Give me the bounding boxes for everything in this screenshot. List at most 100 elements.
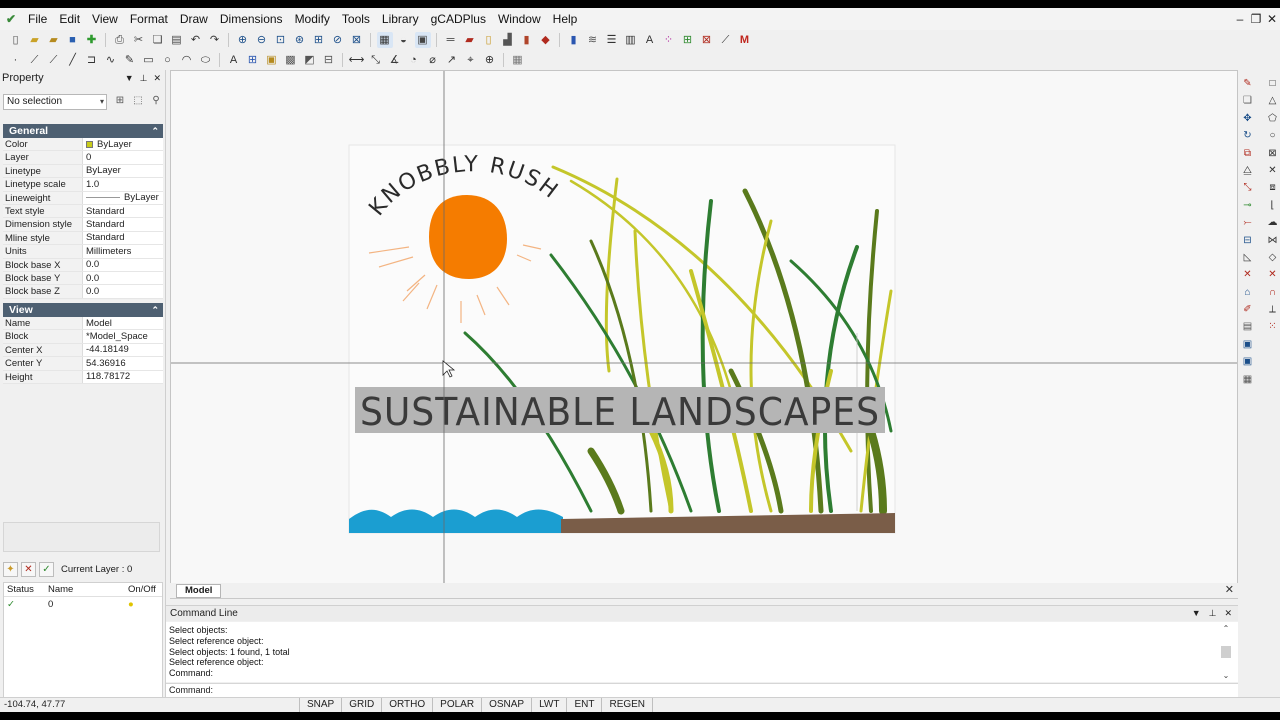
view-row-center-y[interactable]: Center Y 54.36916 — [3, 357, 163, 371]
app-logo-icon[interactable]: ✔ — [0, 8, 22, 30]
column-on-off[interactable]: On/Off — [128, 584, 162, 595]
grid-toggle[interactable]: GRID — [342, 698, 383, 712]
diamond-icon[interactable]: ◇ — [1265, 250, 1280, 266]
erase-icon[interactable]: ✎ — [1240, 76, 1255, 92]
circle-icon[interactable]: ○ — [160, 52, 176, 68]
mirror-icon[interactable]: ⧋ — [1240, 163, 1255, 179]
view-icon[interactable]: ▦ — [376, 32, 393, 48]
paste-icon[interactable]: ▤ — [169, 32, 185, 48]
print-icon[interactable]: ⎙ — [112, 32, 128, 48]
cut-icon[interactable]: ✂ — [131, 32, 147, 48]
wall-icon[interactable]: ▮ — [519, 32, 535, 48]
panel-menu-icon[interactable]: ▼ — [1192, 608, 1201, 619]
table-icon[interactable]: ⊟ — [321, 52, 337, 68]
layer-row[interactable]: ✓ 0 ● — [4, 597, 162, 611]
prop-row-mline-style[interactable]: Mline style Standard — [3, 231, 163, 246]
menu-file[interactable]: File — [22, 8, 53, 30]
quick-select-icon[interactable]: ⊞ — [113, 95, 127, 109]
stretch-icon[interactable]: ⤡ — [1240, 180, 1255, 196]
panel-close-icon[interactable]: ✕ — [1224, 608, 1232, 619]
add-icon[interactable]: ✚ — [84, 32, 100, 48]
new-file-icon[interactable]: ▯ — [8, 32, 24, 48]
osnap-toggle[interactable]: OSNAP — [482, 698, 533, 712]
zoom-previous-icon[interactable]: ⊘ — [330, 32, 346, 48]
divide-icon[interactable]: ⋈ — [1265, 233, 1280, 249]
prop-row-block-base-x[interactable]: Block base X 0.0 — [3, 258, 163, 272]
radius-dim-icon[interactable]: ◔ — [406, 52, 422, 68]
center-mark-icon[interactable]: ⊕ — [482, 52, 498, 68]
cloud-icon[interactable]: ☁ — [1265, 215, 1280, 231]
menu-gcadplus[interactable]: gCADPlus — [425, 8, 492, 30]
delete-layer-icon[interactable]: ✕ — [21, 561, 36, 577]
prop-row-linetype-scale[interactable]: Linetype scale 1.0 — [3, 178, 163, 192]
zoom-extents-icon[interactable]: ⊞ — [311, 32, 327, 48]
lightbulb-icon[interactable]: ● — [128, 599, 162, 610]
chamfer-icon[interactable]: ◺ — [1240, 250, 1255, 266]
ellipse-icon[interactable]: ⬭ — [198, 52, 214, 68]
freehand-icon[interactable]: ✎ — [122, 52, 138, 68]
group-icon[interactable]: ▣ — [1240, 337, 1255, 353]
region-icon[interactable]: ◩ — [302, 52, 318, 68]
view-row-center-x[interactable]: Center X -44.18149 — [3, 343, 163, 358]
scroll-up-icon[interactable]: ⌃ — [1223, 624, 1230, 633]
menu-help[interactable]: Help — [547, 8, 584, 30]
menu-tools[interactable]: Tools — [336, 8, 376, 30]
delete-icon[interactable]: ✕ — [1265, 267, 1280, 283]
minimize-icon[interactable]: – — [1232, 12, 1248, 26]
open-file-icon[interactable]: ▰ — [27, 32, 43, 48]
restore-icon[interactable]: ❐ — [1248, 12, 1264, 26]
point-icon[interactable]: · — [8, 52, 24, 68]
text-style-icon[interactable]: A — [642, 32, 658, 48]
undo-icon[interactable]: ↶ — [188, 32, 204, 48]
dim-linear-icon[interactable]: ═ — [443, 32, 459, 48]
ungroup-icon[interactable]: ▣ — [1240, 354, 1255, 370]
align-icon[interactable]: ⟂ — [1265, 302, 1280, 318]
arc-icon[interactable]: ◠ — [179, 52, 195, 68]
zoom-out-icon[interactable]: ⊖ — [254, 32, 270, 48]
view-row-name[interactable]: Name Model — [3, 317, 163, 331]
column-name[interactable]: Name — [48, 584, 128, 595]
points-grid-icon[interactable]: ⁙ — [1265, 319, 1280, 335]
scale-icon[interactable]: ⧉ — [1240, 146, 1255, 162]
layer-state-icon[interactable]: ▤ — [1240, 319, 1255, 335]
point-style-icon[interactable]: ⁘ — [661, 32, 677, 48]
ortho-toggle[interactable]: ORTHO — [382, 698, 434, 712]
menu-window[interactable]: Window — [492, 8, 547, 30]
select-objects-icon[interactable]: ⬚ — [131, 95, 145, 109]
shade-icon[interactable]: ◒ — [396, 32, 412, 48]
selection-dropdown[interactable]: No selection ▾ — [3, 94, 107, 110]
paint-icon[interactable]: ⌂ — [1240, 285, 1255, 301]
lwt-toggle[interactable]: LWT — [532, 698, 568, 712]
dimension-icon[interactable]: ⟷ — [349, 52, 365, 68]
square-icon[interactable]: □ — [1265, 76, 1280, 92]
prop-row-lineweight[interactable]: Lineweight ByLayer — [3, 191, 163, 205]
array-icon[interactable]: ⊠ — [1265, 146, 1280, 162]
copy-object-icon[interactable]: ❏ — [1240, 93, 1255, 109]
polygon-icon[interactable]: ⬠ — [1265, 111, 1280, 127]
grid-settings-icon[interactable]: ⊞ — [680, 32, 696, 48]
view-row-block[interactable]: Block *Model_Space — [3, 330, 163, 344]
marker-icon[interactable]: ◆ — [538, 32, 554, 48]
general-section-header[interactable]: General ⌃ — [3, 124, 163, 138]
construction-line-icon[interactable]: ╱ — [65, 52, 81, 68]
prop-row-units[interactable]: Units Millimeters — [3, 245, 163, 259]
macro-icon[interactable]: M — [737, 32, 753, 48]
measure-icon[interactable]: ⟋ — [718, 32, 734, 48]
insert-block-icon[interactable]: ⊞ — [245, 52, 261, 68]
redo-icon[interactable]: ↷ — [207, 32, 223, 48]
new-layer-icon[interactable]: ✦ — [3, 561, 18, 577]
close-icon[interactable]: ✕ — [1264, 12, 1280, 26]
view-section-header[interactable]: View ⌃ — [3, 303, 163, 317]
match-properties-icon[interactable]: ✐ — [1240, 302, 1255, 318]
view-row-height[interactable]: Height 118.78172 — [3, 370, 163, 384]
circle-tool-icon[interactable]: ○ — [1265, 128, 1280, 144]
move-icon[interactable]: ✥ — [1240, 111, 1255, 127]
pan-icon[interactable]: ⊠ — [349, 32, 365, 48]
drawing-canvas[interactable]: KNOBBLY RUSH SUSTAINABLE LANDSCAPES — [170, 70, 1238, 588]
hatch-fill-icon[interactable]: ▩ — [283, 52, 299, 68]
menu-dimensions[interactable]: Dimensions — [214, 8, 289, 30]
triangle-icon[interactable]: △ — [1265, 93, 1280, 109]
menu-library[interactable]: Library — [376, 8, 425, 30]
leader-icon[interactable]: ↗ — [444, 52, 460, 68]
menu-edit[interactable]: Edit — [53, 8, 86, 30]
